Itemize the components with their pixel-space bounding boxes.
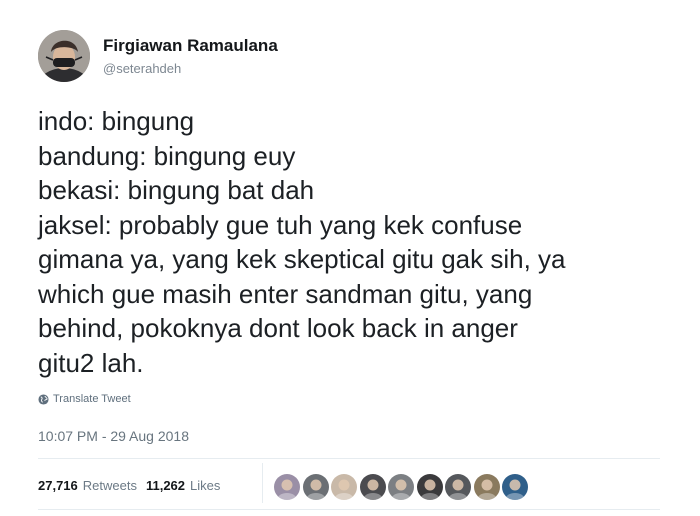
globe-icon (38, 393, 49, 405)
liker-avatar-2-icon[interactable] (302, 474, 329, 500)
tweet-line: jaksel: probably gue tuh yang kek confus… (38, 209, 523, 240)
liker-avatar-5-icon[interactable] (388, 474, 414, 500)
liker-avatar-6-icon[interactable] (416, 474, 443, 500)
stats-separator (262, 463, 263, 503)
tweet-line: which gue masih enter sandman gitu, yang (38, 278, 533, 309)
avatar[interactable] (38, 30, 90, 82)
translate-tweet-label: Translate Tweet (53, 393, 131, 405)
liker-avatar-8-icon[interactable] (473, 474, 500, 500)
retweets-count: 27,716 (38, 478, 78, 493)
tweet-timestamp[interactable]: 10:07 PM - 29 Aug 2018 (38, 428, 189, 444)
tweet-line: bekasi: bingung bat dah (38, 175, 315, 205)
divider (38, 509, 660, 510)
likes-count: 11,262 (145, 478, 186, 493)
tweet-line: behind, pokoknya dont look back in anger (38, 313, 518, 343)
likes-label: Likes (190, 478, 221, 493)
tweet-line: indo: bingung (38, 106, 195, 136)
user-handle[interactable]: @seterahdeh (103, 61, 181, 76)
tweet-line: bandung: bingung euy (38, 140, 296, 171)
liker-avatar-7-icon[interactable] (445, 474, 471, 500)
profile-photo-icon (38, 30, 90, 82)
retweets-stat[interactable]: 27,716 Retweets (38, 478, 137, 493)
divider (38, 458, 660, 459)
retweets-label: Retweets (82, 478, 137, 493)
liker-avatar-1-icon[interactable] (274, 474, 300, 500)
translate-tweet-link[interactable]: Translate Tweet (38, 393, 131, 405)
user-display-name[interactable]: Firgiawan Ramaulana (103, 36, 278, 56)
tweet-stats: 27,716 Retweets 11,262 Likes (38, 478, 220, 493)
likes-stat[interactable]: 11,262 Likes (146, 478, 220, 493)
liker-avatar-4-icon[interactable] (359, 474, 386, 500)
tweet-card: Firgiawan Ramaulana @seterahdeh indo: bi… (0, 0, 700, 516)
tweet-line: gimana ya, yang kek skeptical gitu gak s… (38, 244, 566, 274)
tweet-text: indo: bingung bandung: bingung euy bekas… (38, 104, 678, 380)
liker-avatar-3-icon[interactable] (331, 474, 357, 500)
tweet-line: gitu2 lah. (38, 347, 144, 378)
liker-avatar-9-icon[interactable] (502, 474, 528, 500)
